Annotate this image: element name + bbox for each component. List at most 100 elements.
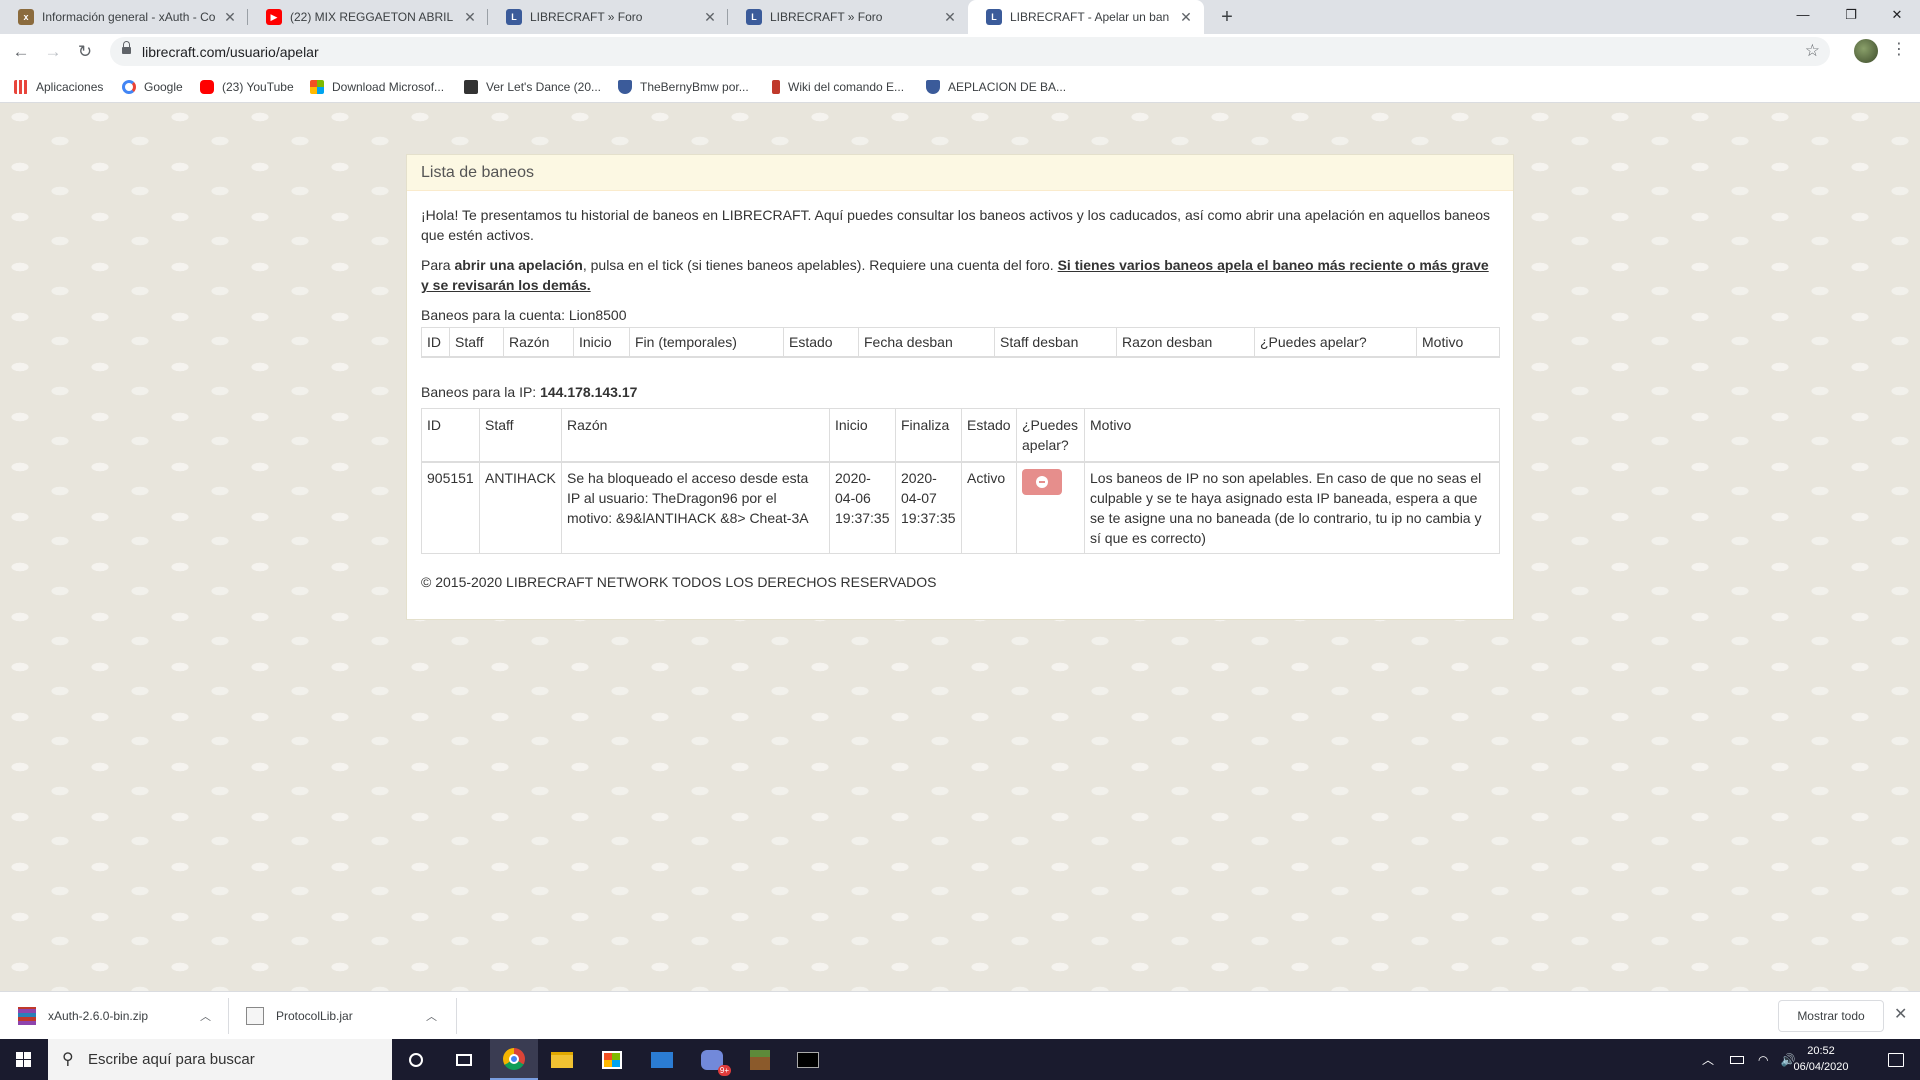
librecraft-favicon-icon: L <box>986 9 1002 25</box>
bookmark-aeplacion[interactable]: AEPLACION DE BA... <box>926 78 1066 96</box>
shelf-divider <box>456 998 457 1034</box>
close-tab-icon[interactable]: ✕ <box>1178 9 1194 26</box>
tab-strip: x Información general - xAuth - Co ✕ ▶ (… <box>0 0 1920 34</box>
reload-button[interactable]: ↻ <box>72 39 98 65</box>
bookmark-star-icon[interactable]: ☆ <box>1805 41 1820 61</box>
windows-taskbar: ⚲ Escribe aquí para buscar 9+ ︿ ◠ 🔊 20:5… <box>0 1039 1920 1080</box>
discord-button[interactable]: 9+ <box>688 1039 736 1080</box>
close-shelf-icon[interactable]: ✕ <box>1894 1004 1907 1024</box>
bookmark-wiki-comando[interactable]: Wiki del comando E... <box>772 78 904 96</box>
taskbar-clock[interactable]: 20:52 06/04/2020 <box>1784 1043 1858 1075</box>
action-center-button[interactable] <box>1872 1039 1920 1080</box>
download-item[interactable]: ProtocolLib.jar ︿ <box>246 992 446 1040</box>
col-razon: Razón <box>561 408 830 463</box>
minimize-button[interactable]: — <box>1780 0 1826 30</box>
ip-bans-table: ID Staff Razón Inicio Finaliza Estado ¿P… <box>421 408 1500 554</box>
chrome-taskbar-button[interactable] <box>490 1039 538 1080</box>
taskbar-search-box[interactable]: ⚲ Escribe aquí para buscar <box>48 1039 392 1080</box>
task-view-button[interactable] <box>440 1039 488 1080</box>
bookmark-google[interactable]: Google <box>122 78 183 96</box>
task-view-icon <box>456 1053 472 1066</box>
copyright-footer: © 2015-2020 LIBRECRAFT NETWORK TODOS LOS… <box>421 574 937 590</box>
forward-button[interactable]: → <box>40 39 66 65</box>
lock-icon <box>122 41 131 56</box>
search-icon: ⚲ <box>62 1051 74 1068</box>
bookmark-aplicaciones[interactable]: Aplicaciones <box>14 78 103 96</box>
col-staff-desban: Staff desban <box>994 327 1117 358</box>
col-staff: Staff <box>449 327 504 358</box>
browser-tab[interactable]: L LIBRECRAFT » Foro ✕ <box>728 0 968 34</box>
appeal-bold: abrir una apelación <box>454 257 583 273</box>
battery-icon[interactable] <box>1730 1055 1745 1064</box>
cell-reason: Se ha bloqueado el acceso desde esta IP … <box>561 461 830 554</box>
bookmark-label: TheBernyBmw por... <box>640 80 749 94</box>
chevron-up-icon[interactable]: ︿ <box>200 1008 211 1024</box>
tab-title: Información general - xAuth - Co <box>42 10 216 24</box>
col-id: ID <box>421 327 450 358</box>
address-bar[interactable]: librecraft.com/usuario/apelar ☆ <box>110 37 1830 66</box>
col-fin: Fin (temporales) <box>629 327 784 358</box>
new-tab-button[interactable]: + <box>1214 4 1240 30</box>
back-button[interactable]: ← <box>8 39 34 65</box>
notification-icon <box>1888 1052 1904 1067</box>
cell-staff: ANTIHACK <box>479 461 562 554</box>
store-button[interactable] <box>588 1039 636 1080</box>
download-item[interactable]: xAuth-2.6.0-bin.zip ︿ <box>18 992 218 1040</box>
cell-id: 905151 <box>421 461 480 554</box>
terminal-button[interactable] <box>784 1039 832 1080</box>
close-tab-icon[interactable]: ✕ <box>942 9 958 26</box>
browser-tab-active[interactable]: L LIBRECRAFT - Apelar un ban ✕ <box>968 0 1204 34</box>
shield-icon <box>926 80 940 94</box>
ip-bans-caption: Baneos para la IP: 144.178.143.17 <box>421 382 1499 402</box>
start-button[interactable] <box>0 1039 48 1080</box>
google-icon <box>122 80 136 94</box>
browser-tab[interactable]: x Información general - xAuth - Co ✕ <box>0 0 248 34</box>
wifi-icon[interactable]: ◠ <box>1758 1053 1768 1067</box>
folder-icon <box>551 1051 573 1068</box>
browser-tab[interactable]: L LIBRECRAFT » Foro ✕ <box>488 0 728 34</box>
col-finaliza: Finaliza <box>895 408 962 463</box>
ip-address: 144.178.143.17 <box>540 384 638 400</box>
wiki-icon <box>772 80 780 94</box>
panel-body: ¡Hola! Te presentamos tu historial de ba… <box>407 191 1513 606</box>
col-staff: Staff <box>479 408 562 463</box>
close-tab-icon[interactable]: ✕ <box>222 9 238 26</box>
minecraft-button[interactable] <box>736 1039 784 1080</box>
profile-avatar[interactable] <box>1854 39 1878 63</box>
restore-button[interactable]: ❐ <box>1828 0 1874 30</box>
apps-grid-icon <box>14 80 28 94</box>
table-header-row: ID Staff Razón Inicio Fin (temporales) E… <box>421 327 1500 358</box>
cell-end: 2020-04-07 19:37:35 <box>895 461 962 554</box>
search-placeholder: Escribe aquí para buscar <box>88 1051 255 1068</box>
mail-button[interactable] <box>638 1039 686 1080</box>
close-tab-icon[interactable]: ✕ <box>462 9 478 26</box>
account-bans-caption: Baneos para la cuenta: Lion8500 <box>421 307 627 323</box>
minecraft-block-icon <box>750 1049 770 1070</box>
bookmark-youtube[interactable]: (23) YouTube <box>200 78 294 96</box>
col-razon-desban: Razon desban <box>1116 327 1255 358</box>
discord-icon: 9+ <box>701 1049 731 1076</box>
col-fecha-desban: Fecha desban <box>858 327 995 358</box>
cell-can-appeal <box>1016 461 1085 554</box>
youtube-icon <box>200 80 214 94</box>
show-hidden-icons[interactable]: ︿ <box>1702 1051 1714 1068</box>
bookmark-thebernybmw[interactable]: TheBernyBmw por... <box>618 78 749 96</box>
browser-toolbar: ← → ↻ librecraft.com/usuario/apelar ☆ <box>0 34 1920 70</box>
col-id: ID <box>421 408 480 463</box>
appeal-instructions: Para abrir una apelación, pulsa en el ti… <box>421 255 1499 295</box>
cortana-button[interactable] <box>392 1039 440 1080</box>
close-window-button[interactable]: ✕ <box>1874 0 1920 30</box>
bookmark-label: Download Microsof... <box>332 80 445 94</box>
chevron-up-icon[interactable]: ︿ <box>426 1008 437 1024</box>
bookmark-lets-dance[interactable]: Ver Let's Dance (20... <box>464 78 601 96</box>
bookmark-download-microsoft[interactable]: Download Microsof... <box>310 78 444 96</box>
browser-menu-icon[interactable]: ⋮ <box>1891 40 1907 60</box>
file-explorer-button[interactable] <box>538 1039 586 1080</box>
show-all-downloads-button[interactable]: Mostrar todo <box>1778 1000 1884 1032</box>
bookmark-label: (23) YouTube <box>222 80 294 94</box>
close-tab-icon[interactable]: ✕ <box>702 9 718 26</box>
download-filename: ProtocolLib.jar <box>276 1009 353 1023</box>
cell-start: 2020-04-06 19:37:35 <box>829 461 896 554</box>
browser-tab[interactable]: ▶ (22) MIX REGGAETON ABRIL 2020 ✕ <box>248 0 488 34</box>
appeal-disabled-button[interactable] <box>1022 469 1062 495</box>
